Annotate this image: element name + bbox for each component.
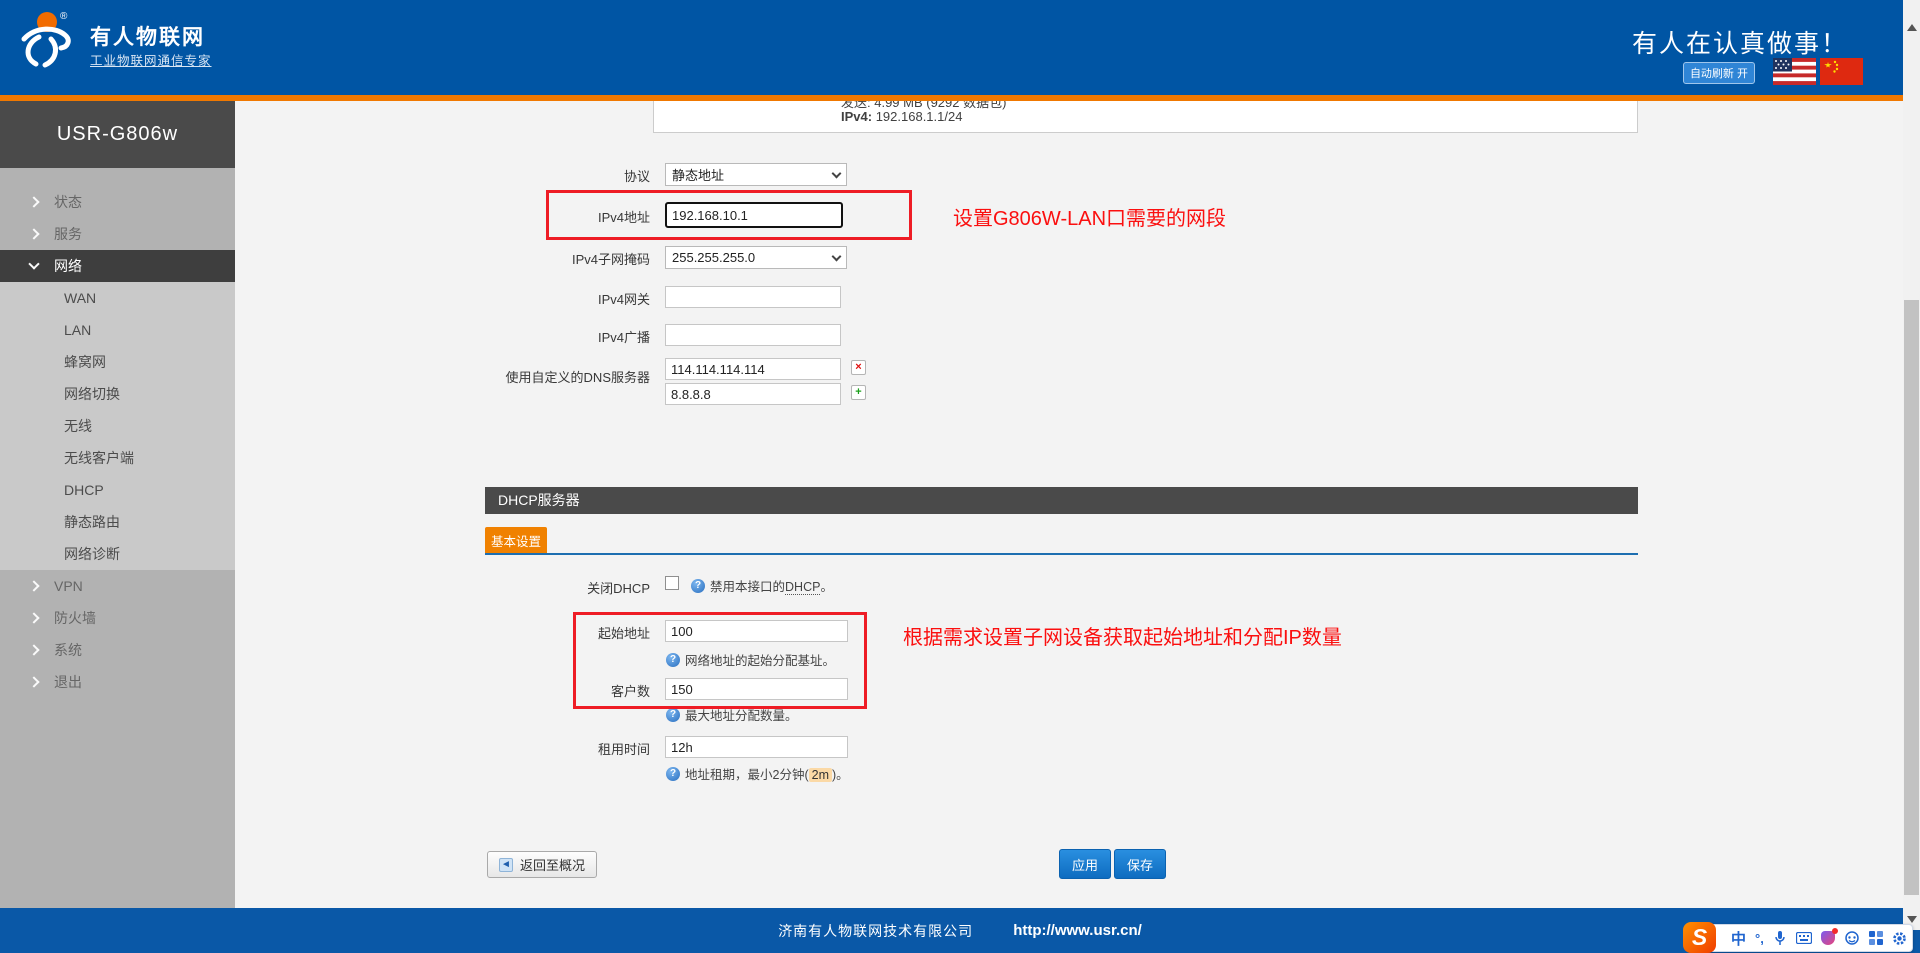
ime-chinese-mode[interactable]: 中 <box>1731 928 1746 949</box>
annotation-rect-lan-ip <box>546 190 912 240</box>
sidebar-item-static-routes[interactable]: 静态路由 <box>0 506 235 538</box>
save-button[interactable]: 保存 <box>1114 849 1166 879</box>
sidebar-item-lan[interactable]: LAN <box>0 314 235 346</box>
sidebar-item-network-switch[interactable]: 网络切换 <box>0 378 235 410</box>
dhcp-term-link[interactable]: DHCP <box>785 580 820 595</box>
device-model-title: USR-G806w <box>0 101 235 168</box>
footer-url[interactable]: http://www.usr.cn/ <box>1013 922 1142 939</box>
sogou-logo-icon[interactable]: S <box>1683 922 1716 953</box>
broadcast-input[interactable] <box>665 324 841 346</box>
keyboard-icon[interactable] <box>1796 932 1812 944</box>
us-flag-icon[interactable] <box>1773 58 1816 85</box>
main-content: 发送: 4.99 MB (9292 数据包) IPv4: 192.168.1.1… <box>235 101 1903 908</box>
overview-ipv4-line: IPv4: 192.168.1.1/24 <box>841 109 962 124</box>
disable-dhcp-label: 关闭DHCP <box>370 578 650 597</box>
skin-icon[interactable] <box>1821 931 1835 945</box>
toolbox-grid-icon[interactable] <box>1869 931 1883 945</box>
chevron-down-icon <box>28 258 39 269</box>
chevron-right-icon <box>28 644 39 655</box>
chevron-right-icon <box>28 676 39 687</box>
lease-time-label: 租用时间 <box>370 739 650 758</box>
sidebar-menu: 状态 服务 网络 WAN LAN 蜂窝网 网络切换 无线 无线客户端 DHCP … <box>0 168 235 698</box>
dns-delete-icon[interactable]: × <box>851 360 866 375</box>
sidebar-item-network[interactable]: 网络 <box>0 250 235 282</box>
chevron-right-icon <box>28 196 39 207</box>
cn-flag-icon[interactable] <box>1820 58 1863 85</box>
annotation-lan-segment: 设置G806W-LAN口需要的网段 <box>953 202 1226 231</box>
tab-basic-settings[interactable]: 基本设置 <box>485 527 547 553</box>
annotation-dhcp-range: 根据需求设置子网设备获取起始地址和分配IP数量 <box>903 621 1342 650</box>
footer-company: 济南有人物联网技术有限公司 <box>778 921 973 941</box>
back-to-overview-button[interactable]: ◄ 返回至概况 <box>487 851 597 878</box>
emoji-face-icon[interactable] <box>1844 931 1860 945</box>
help-circle-icon <box>691 579 705 593</box>
chevron-down-icon <box>832 168 842 178</box>
dns-input-2[interactable] <box>665 383 841 405</box>
help-circle-icon <box>666 708 680 722</box>
lease-min-code: 2m <box>809 768 832 782</box>
dhcp-section-header: DHCP服务器 <box>485 487 1638 514</box>
header-slogan: 有人在认真做事！ <box>1632 24 1848 60</box>
interface-overview-box: 发送: 4.99 MB (9292 数据包) IPv4: 192.168.1.1… <box>653 101 1638 133</box>
disable-dhcp-hint: 禁用本接口的DHCP。 <box>691 576 833 595</box>
gateway-label: IPv4网关 <box>370 289 650 308</box>
brand-title: 有人物联网 <box>90 21 205 51</box>
usr-person-logo-icon: ® <box>14 7 78 71</box>
settings-gear-icon[interactable] <box>1892 931 1907 946</box>
sidebar-item-wireless[interactable]: 无线 <box>0 410 235 442</box>
scroll-down-arrow-icon[interactable] <box>1907 916 1917 923</box>
sidebar-item-vpn[interactable]: VPN <box>0 570 235 602</box>
chevron-right-icon <box>28 612 39 623</box>
sidebar-item-dhcp[interactable]: DHCP <box>0 474 235 506</box>
svg-text:®: ® <box>60 11 68 22</box>
sidebar-item-cellular[interactable]: 蜂窝网 <box>0 346 235 378</box>
protocol-select[interactable]: 静态地址 <box>665 163 847 186</box>
help-circle-icon <box>666 767 680 781</box>
app-header: ® 有人物联网 工业物联网通信专家 有人在认真做事！ 自动刷新 开 <box>0 0 1903 95</box>
chevron-down-icon <box>832 251 842 261</box>
lease-time-hint: 地址租期，最小2分钟(2m)。 <box>666 764 849 783</box>
chevron-right-icon <box>28 580 39 591</box>
protocol-label: 协议 <box>370 166 650 185</box>
sidebar: USR-G806w 状态 服务 网络 WAN LAN 蜂窝网 网络切换 无线 无… <box>0 101 235 908</box>
disable-dhcp-checkbox[interactable] <box>665 576 679 590</box>
sidebar-item-wireless-client[interactable]: 无线客户端 <box>0 442 235 474</box>
brand-tagline: 工业物联网通信专家 <box>90 50 212 69</box>
tab-underline <box>485 553 1638 555</box>
dns-add-icon[interactable]: + <box>851 385 866 400</box>
sidebar-item-logout[interactable]: 退出 <box>0 666 235 698</box>
sidebar-item-status[interactable]: 状态 <box>0 186 235 218</box>
netmask-select[interactable]: 255.255.255.0 <box>665 246 847 269</box>
sidebar-item-firewall[interactable]: 防火墙 <box>0 602 235 634</box>
vertical-scrollbar[interactable] <box>1903 0 1920 930</box>
sidebar-item-system[interactable]: 系统 <box>0 634 235 666</box>
ime-punctuation-mode[interactable]: °, <box>1755 931 1764 946</box>
sidebar-item-diagnostics[interactable]: 网络诊断 <box>0 538 235 570</box>
page-footer: 济南有人物联网技术有限公司 http://www.usr.cn/ <box>0 908 1920 953</box>
microphone-icon[interactable] <box>1773 930 1787 946</box>
lease-time-input[interactable] <box>665 736 848 758</box>
gateway-input[interactable] <box>665 286 841 308</box>
scrollbar-thumb[interactable] <box>1904 300 1919 895</box>
scroll-up-arrow-icon[interactable] <box>1907 24 1917 31</box>
back-arrow-icon: ◄ <box>499 858 513 872</box>
sidebar-item-wan[interactable]: WAN <box>0 282 235 314</box>
ime-toolbar: S 中 °, <box>1690 924 1913 952</box>
netmask-label: IPv4子网掩码 <box>370 249 650 268</box>
dns-label: 使用自定义的DNS服务器 <box>370 367 650 386</box>
broadcast-label: IPv4广播 <box>370 327 650 346</box>
apply-button[interactable]: 应用 <box>1059 849 1111 879</box>
annotation-rect-dhcp-range <box>573 612 867 709</box>
auto-refresh-toggle[interactable]: 自动刷新 开 <box>1683 62 1755 84</box>
sidebar-item-services[interactable]: 服务 <box>0 218 235 250</box>
network-submenu: WAN LAN 蜂窝网 网络切换 无线 无线客户端 DHCP 静态路由 网络诊断 <box>0 282 235 570</box>
dns-input-1[interactable] <box>665 358 841 380</box>
chevron-right-icon <box>28 228 39 239</box>
